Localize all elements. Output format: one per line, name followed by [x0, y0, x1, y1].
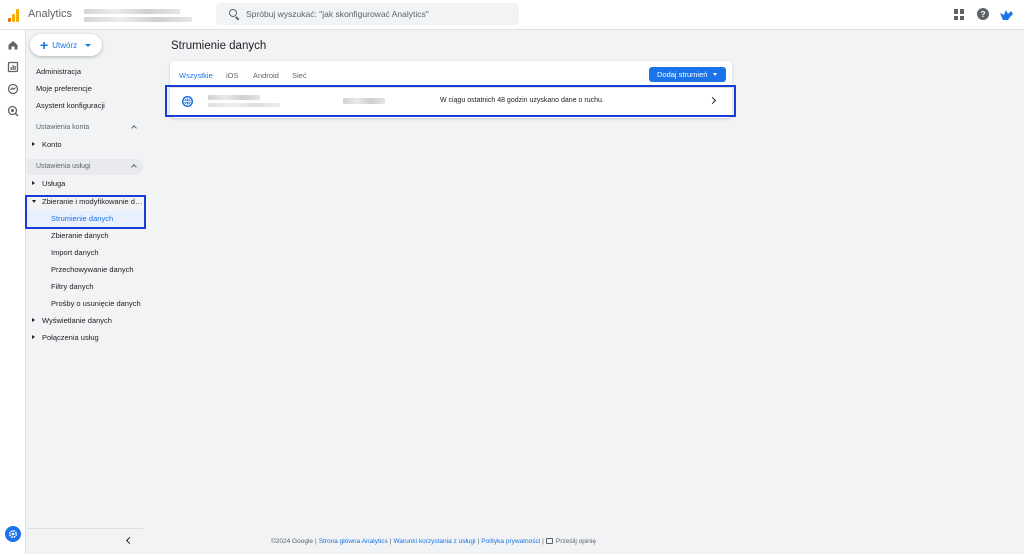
section-property-settings[interactable]: Ustawienia usługi	[27, 159, 143, 175]
nav-data-retention[interactable]: Przechowywanie danych	[27, 262, 144, 278]
nav-data-collection-group[interactable]: Zbieranie i modyfikowanie da...	[27, 194, 144, 210]
nav-account[interactable]: Konto	[27, 137, 144, 153]
stream-status-text: W ciągu ostatnich 48 godzin uzyskano dan…	[440, 97, 604, 104]
section-account-label: Ustawienia konta	[36, 124, 90, 131]
page-title: Strumienie danych	[171, 40, 267, 52]
nav-data-collection-group-label: Zbieranie i modyfikowanie da...	[42, 197, 144, 206]
expand-down-icon	[32, 200, 36, 203]
chevron-up-icon	[131, 125, 137, 131]
app-name: Analytics	[28, 8, 73, 20]
section-account-settings[interactable]: Ustawienia konta	[27, 120, 143, 136]
admin-settings-icon[interactable]	[5, 526, 21, 542]
stream-name-redacted	[208, 95, 260, 100]
stream-id-redacted	[343, 98, 385, 104]
nav-data-collection[interactable]: Zbieranie danych	[27, 228, 144, 244]
left-rail	[0, 30, 26, 554]
nav-data-display-label: Wyświetlanie danych	[42, 316, 112, 325]
add-stream-button[interactable]: Dodaj strumień	[649, 67, 726, 82]
admin-navigation: + Utwórz Administracja Moje preferencje …	[25, 30, 150, 554]
data-streams-card: Wszystkie iOS Android Sieć Dodaj strumie…	[170, 61, 732, 118]
chevron-right-icon[interactable]	[708, 96, 717, 105]
top-bar: Analytics ?	[0, 0, 1024, 30]
stream-url-redacted	[208, 103, 280, 107]
nav-admin[interactable]: Administracja	[27, 64, 144, 80]
property-name-redacted	[84, 17, 192, 22]
footer-link-home[interactable]: Strona główna Analytics	[319, 538, 388, 545]
nav-data-deletion[interactable]: Prośby o usunięcie danych	[27, 296, 144, 312]
stream-row[interactable]: W ciągu ostatnich 48 godzin uzyskano dan…	[170, 88, 732, 116]
chevron-up-icon	[131, 164, 137, 170]
chevron-down-icon	[85, 43, 92, 47]
nav-data-import[interactable]: Import danych	[27, 245, 144, 261]
section-property-label: Ustawienia usługi	[36, 163, 91, 170]
advertising-icon[interactable]	[6, 104, 20, 118]
apps-grid-icon[interactable]	[954, 9, 965, 20]
nav-data-filters[interactable]: Filtry danych	[27, 279, 144, 295]
footer: ©2024 Google | Strona główna Analytics | War…	[271, 538, 596, 545]
nav-property[interactable]: Usługa	[27, 176, 144, 192]
collapse-nav-bar[interactable]	[27, 528, 143, 554]
nav-data-display[interactable]: Wyświetlanie danych	[27, 313, 144, 329]
nav-data-streams[interactable]: Strumienie danych	[27, 211, 144, 227]
account-name-redacted	[84, 9, 180, 14]
avatar[interactable]	[999, 8, 1015, 22]
help-icon[interactable]: ?	[977, 8, 989, 20]
chevron-down-icon	[713, 73, 717, 76]
tab-web[interactable]: Sieć	[292, 71, 307, 80]
nav-product-links[interactable]: Połączenia usług	[27, 330, 144, 346]
footer-link-privacy[interactable]: Polityka prywatności	[481, 538, 540, 545]
nav-product-links-label: Połączenia usług	[42, 333, 99, 342]
feedback-icon[interactable]	[545, 538, 553, 544]
add-stream-label: Dodaj strumień	[657, 70, 708, 79]
chevron-left-icon[interactable]	[125, 536, 134, 545]
nav-setup-assistant[interactable]: Asystent konfiguracji	[27, 98, 144, 114]
expand-right-icon	[32, 142, 35, 146]
reports-icon[interactable]	[6, 60, 20, 74]
globe-icon	[182, 96, 193, 107]
search-bar[interactable]	[216, 3, 519, 25]
search-input[interactable]	[246, 6, 506, 22]
search-icon	[229, 9, 237, 17]
create-label: Utwórz	[52, 40, 78, 50]
explore-icon[interactable]	[6, 82, 20, 96]
home-icon[interactable]	[6, 38, 20, 52]
create-button[interactable]: + Utwórz	[30, 34, 102, 56]
nav-account-label: Konto	[42, 140, 62, 149]
tab-ios[interactable]: iOS	[226, 71, 239, 80]
expand-right-icon	[32, 335, 35, 339]
analytics-logo-icon[interactable]	[8, 8, 20, 22]
nav-property-label: Usługa	[42, 179, 66, 188]
expand-right-icon	[32, 318, 35, 322]
footer-link-terms[interactable]: Warunki korzystania z usługi	[393, 538, 475, 545]
plus-icon: +	[40, 37, 49, 53]
footer-copyright: ©2024 Google	[271, 538, 314, 545]
nav-preferences[interactable]: Moje preferencje	[27, 81, 144, 97]
footer-feedback[interactable]: Prześlij opinię	[556, 538, 596, 545]
expand-right-icon	[32, 181, 35, 185]
tab-all[interactable]: Wszystkie	[179, 71, 213, 80]
tab-android[interactable]: Android	[253, 71, 279, 80]
